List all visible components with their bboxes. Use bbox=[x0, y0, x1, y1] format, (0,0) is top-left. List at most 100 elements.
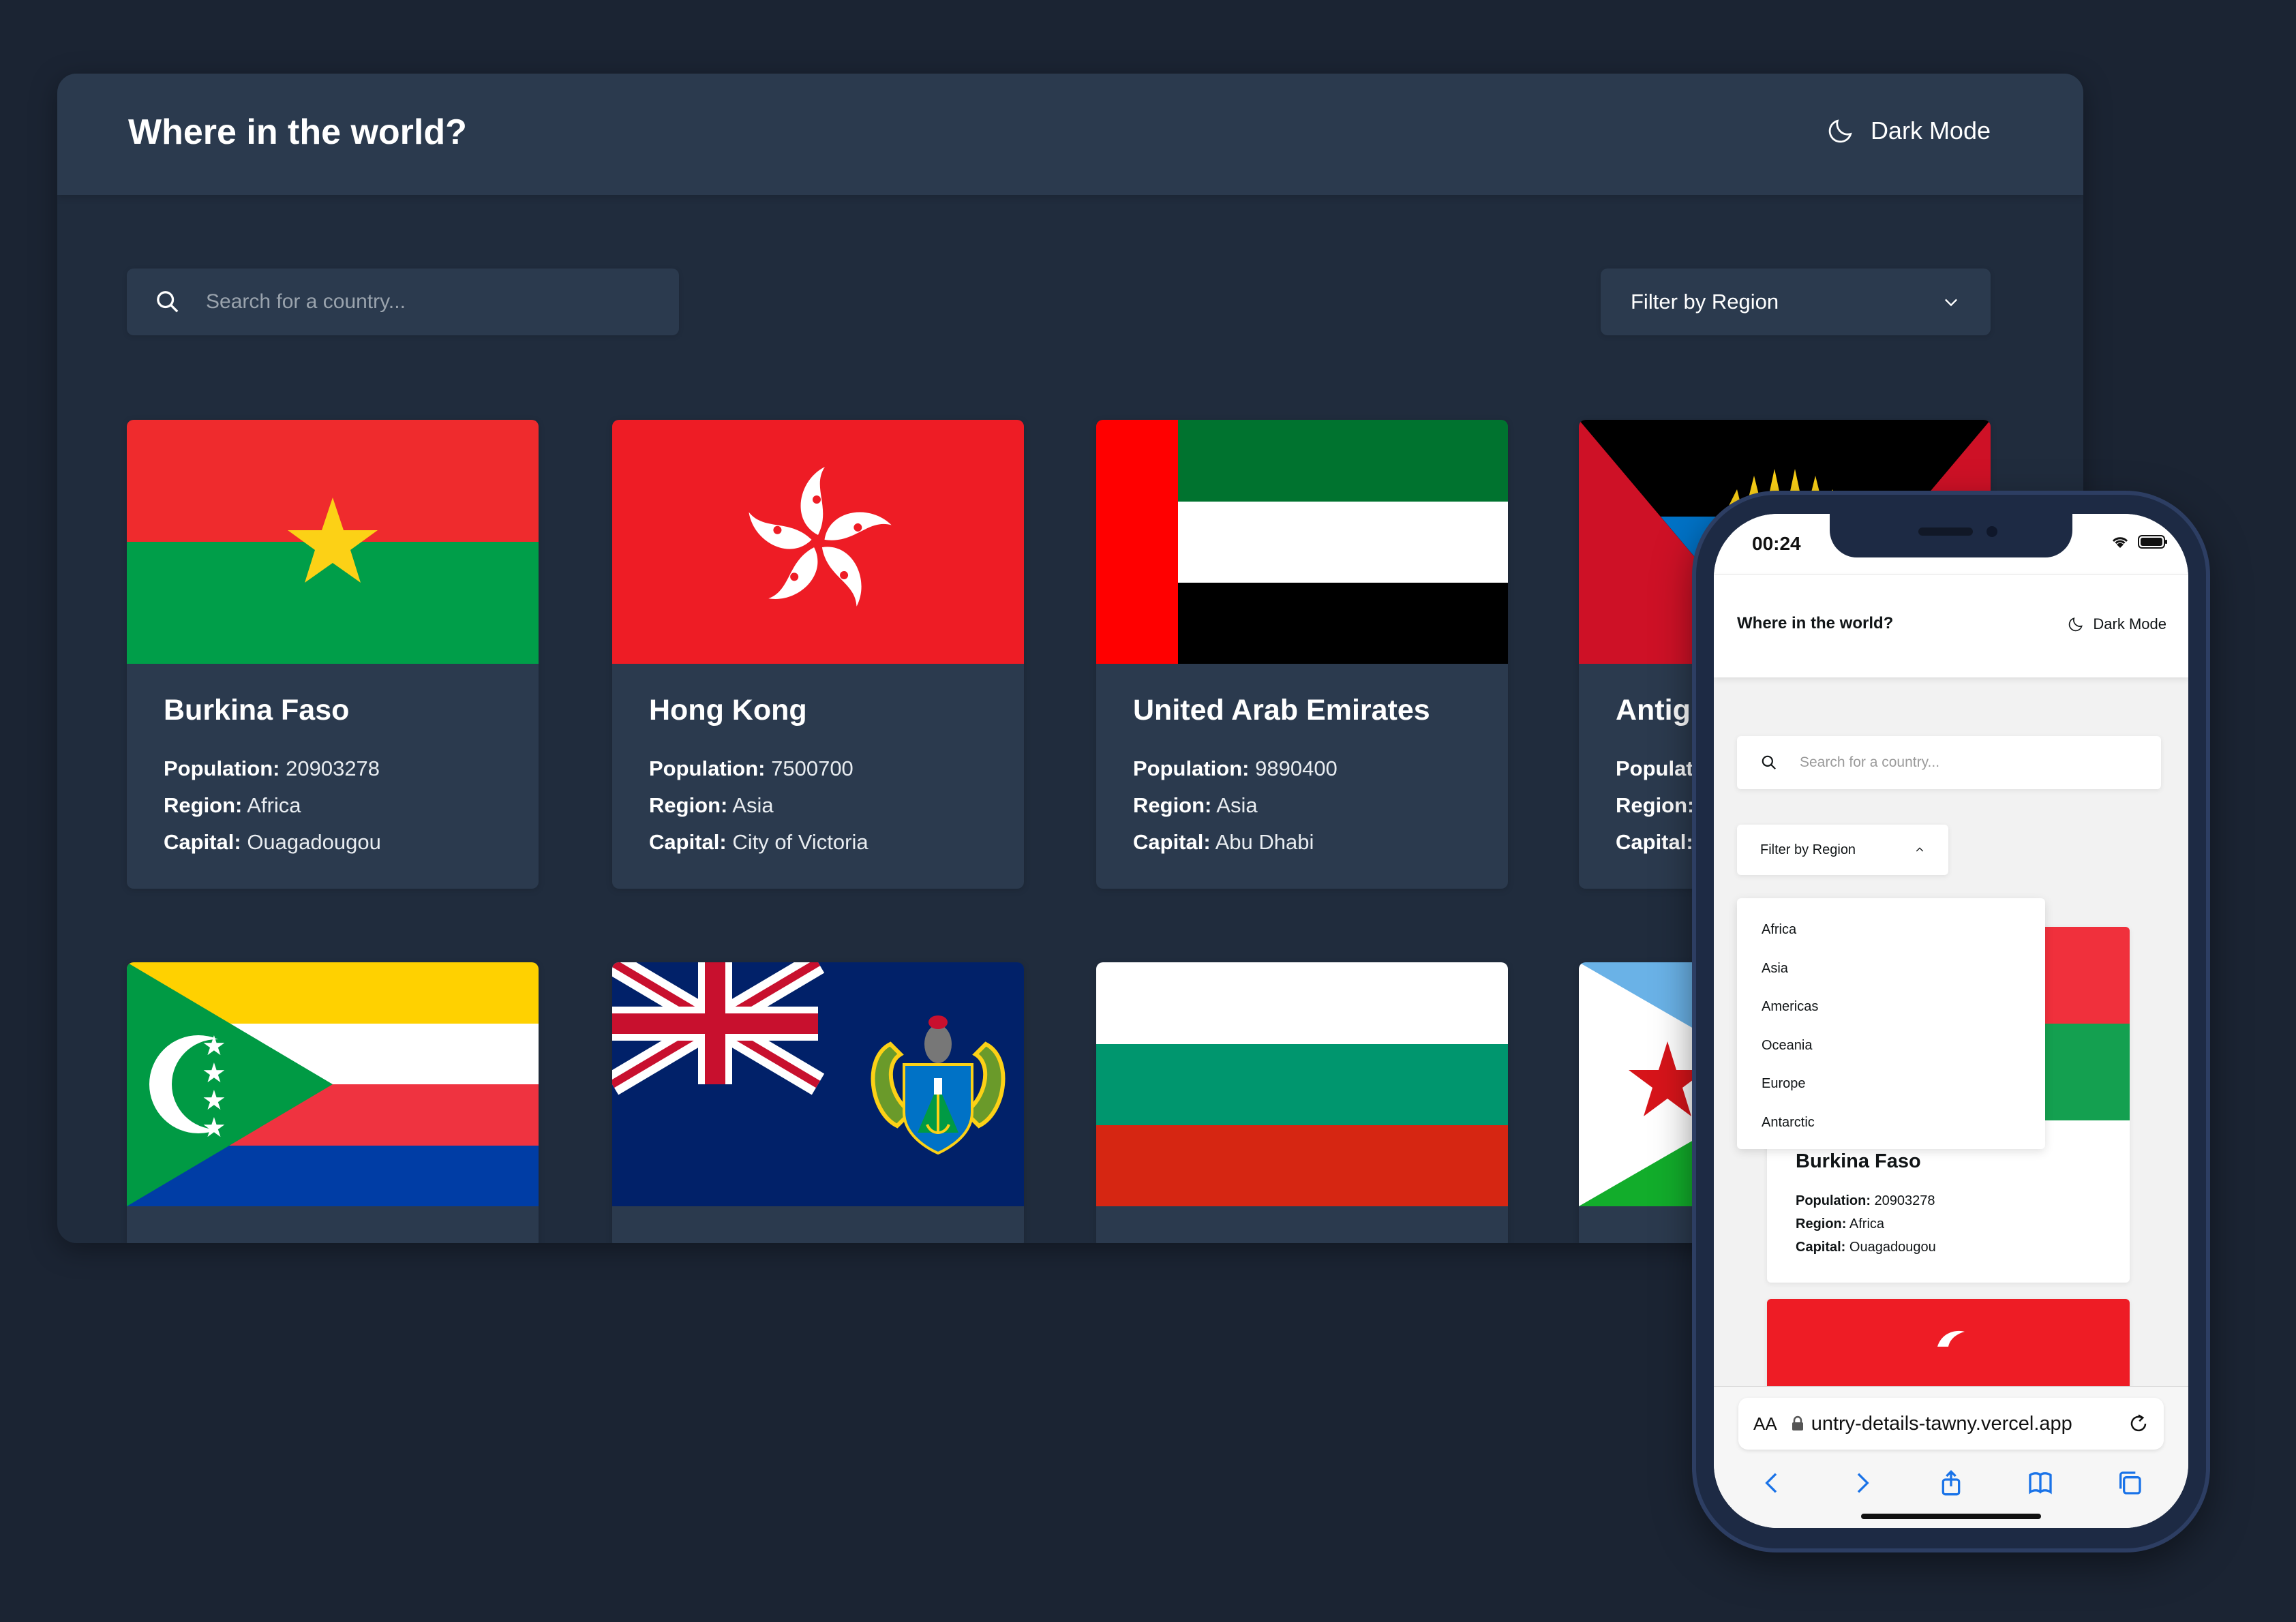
capital-value: City of Victoria bbox=[732, 830, 868, 854]
wifi-icon bbox=[2112, 537, 2128, 548]
safari-toolbar: AA untry-details-tawny.vercel.app bbox=[1714, 1386, 2188, 1528]
population-label: Population: bbox=[1796, 1193, 1871, 1208]
forward-icon[interactable] bbox=[1848, 1469, 1875, 1497]
flag-bulgaria bbox=[1096, 962, 1508, 1206]
region-option-africa[interactable]: Africa bbox=[1737, 911, 2045, 949]
population-row: Population: 20903278 bbox=[1796, 1189, 2101, 1212]
mobile-search-box[interactable] bbox=[1737, 736, 2161, 789]
population-label: Population: bbox=[1133, 756, 1250, 780]
mobile-country-card-next[interactable] bbox=[1767, 1299, 2130, 1394]
dark-mode-label: Dark Mode bbox=[1870, 117, 1991, 144]
country-card-comoros[interactable]: ★ ★ ★ ★ bbox=[127, 962, 539, 1243]
region-label: Region: bbox=[1616, 793, 1695, 817]
search-box[interactable] bbox=[127, 269, 679, 335]
region-row: Region: Asia bbox=[1133, 787, 1471, 824]
reload-icon[interactable] bbox=[2128, 1413, 2149, 1434]
region-label: Region: bbox=[649, 793, 728, 817]
browser-nav-row bbox=[1714, 1466, 2188, 1500]
region-option-europe[interactable]: Europe bbox=[1737, 1065, 2045, 1103]
page-title: Where in the world? bbox=[128, 112, 467, 152]
capital-row: Capital: City of Victoria bbox=[649, 824, 987, 861]
region-value: Africa bbox=[1849, 1216, 1885, 1231]
region-option-antarctic[interactable]: Antarctic bbox=[1737, 1103, 2045, 1142]
capital-label: Capital: bbox=[164, 830, 241, 854]
notch-speaker bbox=[1918, 527, 1973, 536]
back-icon[interactable] bbox=[1759, 1469, 1786, 1497]
mobile-search-input[interactable] bbox=[1800, 754, 2141, 771]
population-value: 9890400 bbox=[1255, 756, 1338, 780]
chevron-down-icon bbox=[1945, 299, 1957, 307]
capital-label: Capital: bbox=[649, 830, 727, 854]
population-row: Population: 20903278 bbox=[164, 750, 502, 787]
region-label: Region: bbox=[164, 793, 243, 817]
region-filter-label: Filter by Region bbox=[1631, 290, 1779, 313]
search-icon bbox=[157, 291, 179, 313]
capital-value: Abu Dhabi bbox=[1215, 830, 1314, 854]
desktop-header: Where in the world? Dark Mode bbox=[57, 74, 2083, 195]
lock-icon bbox=[1792, 1416, 1803, 1430]
moon-icon bbox=[1828, 119, 1852, 143]
country-card-burkina-faso[interactable]: Burkina Faso Population: 20903278 Region… bbox=[127, 420, 539, 889]
capital-row: Capital: Abu Dhabi bbox=[1133, 824, 1471, 861]
battery-icon bbox=[2138, 535, 2167, 549]
population-value: 20903278 bbox=[286, 756, 380, 780]
mobile-region-filter[interactable]: Filter by Region bbox=[1737, 825, 1948, 875]
status-icons bbox=[2111, 534, 2168, 549]
mobile-page-title: Where in the world? bbox=[1737, 614, 1894, 632]
capital-label: Capital: bbox=[1616, 830, 1693, 854]
region-row: Region: Africa bbox=[1796, 1212, 2101, 1236]
flag-hong-kong bbox=[612, 420, 1024, 664]
region-row: Region: Africa bbox=[164, 787, 502, 824]
mobile-dark-mode-label: Dark Mode bbox=[2093, 615, 2166, 632]
chevron-up-icon bbox=[1916, 847, 1924, 852]
population-label: Population: bbox=[649, 756, 766, 780]
capital-label: Capital: bbox=[1133, 830, 1211, 854]
region-label: Region: bbox=[1796, 1216, 1847, 1231]
population-value: 20903278 bbox=[1874, 1193, 1935, 1208]
notch-camera bbox=[1987, 526, 1997, 537]
flag-partial bbox=[1767, 1299, 2130, 1394]
region-filter-dropdown[interactable]: Filter by Region bbox=[1601, 269, 1991, 335]
country-card-pitcairn-islands[interactable] bbox=[612, 962, 1024, 1243]
tabs-icon[interactable] bbox=[2116, 1469, 2143, 1497]
flag-united-arab-emirates bbox=[1096, 420, 1508, 664]
text-size-button[interactable]: AA bbox=[1753, 1413, 1777, 1435]
share-icon[interactable] bbox=[1937, 1469, 1965, 1497]
region-label: Region: bbox=[1133, 793, 1212, 817]
region-option-oceania[interactable]: Oceania bbox=[1737, 1026, 2045, 1065]
population-row: Population: 7500700 bbox=[649, 750, 987, 787]
region-option-americas[interactable]: Americas bbox=[1737, 988, 2045, 1026]
url-text: untry-details-tawny.vercel.app bbox=[1811, 1412, 2072, 1435]
country-card-united-arab-emirates[interactable]: United Arab Emirates Population: 9890400… bbox=[1096, 420, 1508, 889]
region-option-asia[interactable]: Asia bbox=[1737, 949, 2045, 988]
phone-notch bbox=[1830, 514, 2072, 557]
mobile-region-filter-label: Filter by Region bbox=[1760, 842, 1856, 857]
flag-burkina-faso bbox=[127, 420, 539, 664]
country-card-bulgaria[interactable] bbox=[1096, 962, 1508, 1243]
dark-mode-toggle[interactable]: Dark Mode bbox=[1826, 116, 1991, 146]
region-value: Africa bbox=[247, 793, 301, 817]
region-dropdown-menu: Africa Asia Americas Oceania Europe Anta… bbox=[1737, 898, 2045, 1149]
capital-value: Ouagadougou bbox=[247, 830, 381, 854]
svg-text:★: ★ bbox=[202, 1112, 226, 1144]
country-card-hong-kong[interactable]: Hong Kong Population: 7500700 Region: As… bbox=[612, 420, 1024, 889]
home-indicator bbox=[1861, 1514, 2041, 1519]
status-time: 00:24 bbox=[1752, 533, 1801, 554]
country-name: Burkina Faso bbox=[164, 694, 350, 726]
flag-comoros: ★★★★ bbox=[127, 962, 539, 1206]
search-icon bbox=[1762, 755, 1776, 769]
country-name: United Arab Emirates bbox=[1133, 694, 1430, 726]
population-row: Population: 9890400 bbox=[1133, 750, 1471, 787]
population-label: Population: bbox=[164, 756, 280, 780]
mobile-dark-mode-toggle[interactable]: Dark Mode bbox=[2067, 615, 2166, 633]
mobile-header: Where in the world? Dark Mode bbox=[1714, 574, 2188, 677]
capital-value: Ouagadougou bbox=[1849, 1240, 1936, 1255]
phone-screen: 00:24 Where in the world? Dark Mode Filt… bbox=[1714, 514, 2188, 1528]
region-value: Asia bbox=[732, 793, 774, 817]
capital-row: Capital: Ouagadougou bbox=[164, 824, 502, 861]
phone-mockup: 00:24 Where in the world? Dark Mode Filt… bbox=[1696, 495, 2206, 1548]
address-bar[interactable]: AA untry-details-tawny.vercel.app bbox=[1738, 1398, 2164, 1450]
search-input[interactable] bbox=[206, 290, 642, 313]
bookmarks-icon[interactable] bbox=[2027, 1469, 2054, 1497]
region-value: Asia bbox=[1216, 793, 1258, 817]
